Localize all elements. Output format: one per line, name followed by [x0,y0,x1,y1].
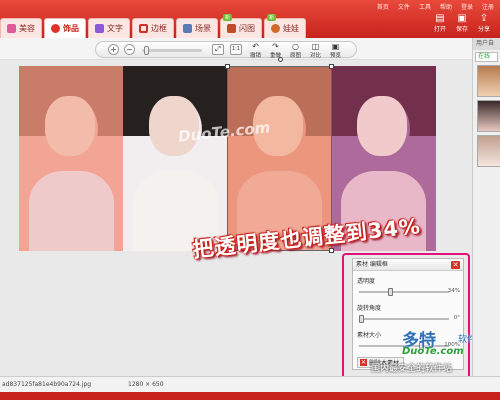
tab-text[interactable]: 文字 [88,18,130,38]
rotate-handle[interactable] [278,57,283,62]
delete-icon: ✕ [360,359,367,366]
menu-register[interactable]: 注册 [482,2,494,11]
menu-file[interactable]: 文件 [398,2,410,11]
file-tools: ▤ 打开 ▣ 保存 ⇪ 分享 [434,13,490,33]
tab-doll[interactable]: 新娃娃 [264,14,306,38]
sidebar-header: 用户自 [473,38,500,50]
opacity-slider-knob[interactable] [388,288,393,296]
opacity-value: 34% [447,288,460,294]
compare-button[interactable]: ◫ 对比 [310,42,321,60]
open-button[interactable]: ▤ 打开 [434,13,446,33]
zoom-in-button[interactable]: + [108,44,119,55]
sidebar-thumbnail[interactable] [477,65,500,97]
sidebar-tab-online[interactable]: 在线 [475,52,498,62]
new-badge: 新 [267,14,277,21]
brand-slogan: 国内最安全的软件站 [371,364,453,374]
opacity-slider[interactable] [359,288,449,296]
rotation-label: 旋转角度 [357,305,382,312]
tab-beauty[interactable]: 美容 [0,18,42,38]
resize-handle[interactable] [225,64,230,69]
zoom-slider[interactable] [142,46,202,55]
save-button[interactable]: ▣ 保存 [456,13,468,33]
original-button[interactable]: ○ 原图 [290,42,301,60]
save-icon: ▣ [457,13,467,24]
edit-toolbar: + − ⤢ 1:1 ↶ 撤销 ↷ 重做 ○ 原图 ◫ 对比 ▣ 预览 [0,38,472,60]
photo-face [45,96,95,156]
frame-icon [139,24,148,33]
zoom-and-actions: + − ⤢ 1:1 ↶ 撤销 ↷ 重做 ○ 原图 ◫ 对比 ▣ 预览 [95,41,357,60]
size-label: 素材大小 [357,332,382,339]
fit-screen-button[interactable]: ⤢ [212,44,224,55]
zoom-slider-knob[interactable] [144,46,149,55]
opacity-label: 透明度 [357,278,376,285]
menu-tools[interactable]: 工具 [419,2,431,11]
original-icon: ○ [292,42,299,51]
sidebar-thumbnail[interactable] [477,100,500,132]
brand-url: DuoTe.com [402,346,464,357]
status-bar: ad837125fa81e4b90a724.jpg 1280 × 650 [0,376,500,392]
tab-scene[interactable]: 场景 [176,18,218,38]
undo-button[interactable]: ↶ 撤销 [250,42,261,60]
new-badge: 新 [223,14,233,21]
open-icon: ▤ [435,13,445,24]
material-sidebar: 用户自 在线 [472,38,500,376]
menu-login[interactable]: 登录 [461,2,473,11]
top-menu: 首页 文件 工具 帮助 登录 注册 [377,2,494,11]
preview-button[interactable]: ▣ 预览 [330,42,341,60]
status-filename: ad837125fa81e4b90a724.jpg [2,381,92,388]
undo-icon: ↶ [252,42,259,51]
zoom-out-button[interactable]: − [124,44,135,55]
share-icon: ⇪ [479,13,489,24]
status-dimensions: 1280 × 650 [128,381,164,388]
tab-accessory[interactable]: 饰品 [44,18,86,38]
share-button[interactable]: ⇪ 分享 [478,13,490,33]
rotation-value: 0° [453,315,460,321]
text-icon [95,24,104,33]
tab-frame[interactable]: 边框 [132,18,174,38]
category-tabs: 美容 饰品 文字 边框 场景 新闪图 新娃娃 [0,14,308,38]
menu-home[interactable]: 首页 [377,2,389,11]
title-bar: 首页 文件 工具 帮助 登录 注册 美容 饰品 文字 边框 场景 新闪图 新娃娃… [0,0,500,38]
rotation-slider-knob[interactable] [359,315,364,323]
tab-flash[interactable]: 新闪图 [220,14,262,38]
beauty-icon [7,24,16,33]
sidebar-thumbnail[interactable] [477,135,500,167]
resize-handle[interactable] [329,64,334,69]
compare-icon: ◫ [311,42,320,51]
preview-icon: ▣ [331,42,340,51]
photo-shirt [29,171,114,251]
scene-icon [183,24,192,33]
redo-icon: ↷ [272,42,279,51]
rotation-slider[interactable] [359,315,449,323]
photo-panel-2 [123,66,228,251]
photo-face [357,96,407,156]
doll-icon [271,24,280,33]
menu-help[interactable]: 帮助 [440,2,452,11]
dialog-title: 素材 编辑框 [353,259,463,271]
flash-icon [227,24,236,33]
accessory-icon [51,24,60,33]
photo-panel-1 [19,66,124,251]
dialog-close-button[interactable]: ✕ [451,261,460,269]
actual-size-button[interactable]: 1:1 [230,44,242,55]
bottom-bar [0,392,500,400]
